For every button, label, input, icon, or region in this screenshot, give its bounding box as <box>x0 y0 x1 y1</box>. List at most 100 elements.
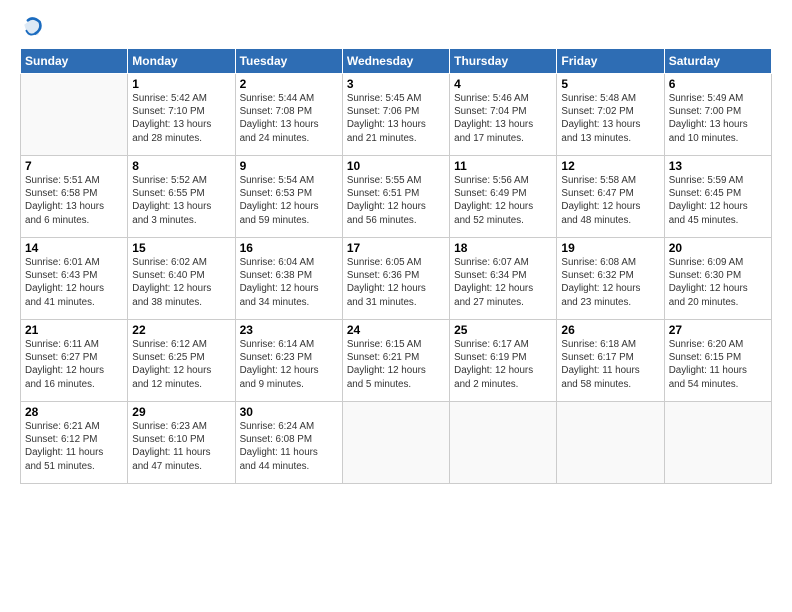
day-number: 12 <box>561 159 659 173</box>
calendar-day-header: Tuesday <box>235 49 342 74</box>
day-number: 17 <box>347 241 445 255</box>
calendar-cell: 3Sunrise: 5:45 AM Sunset: 7:06 PM Daylig… <box>342 74 449 156</box>
calendar-day-header: Monday <box>128 49 235 74</box>
day-number: 7 <box>25 159 123 173</box>
calendar-day-header: Wednesday <box>342 49 449 74</box>
day-number: 20 <box>669 241 767 255</box>
day-info: Sunrise: 5:42 AM Sunset: 7:10 PM Dayligh… <box>132 92 230 145</box>
calendar-cell <box>342 402 449 484</box>
day-number: 15 <box>132 241 230 255</box>
day-info: Sunrise: 5:55 AM Sunset: 6:51 PM Dayligh… <box>347 174 445 227</box>
calendar-cell: 6Sunrise: 5:49 AM Sunset: 7:00 PM Daylig… <box>664 74 771 156</box>
day-number: 27 <box>669 323 767 337</box>
day-info: Sunrise: 6:01 AM Sunset: 6:43 PM Dayligh… <box>25 256 123 309</box>
day-info: Sunrise: 6:15 AM Sunset: 6:21 PM Dayligh… <box>347 338 445 391</box>
logo-icon <box>22 16 44 38</box>
calendar-cell <box>664 402 771 484</box>
calendar-day-header: Saturday <box>664 49 771 74</box>
day-number: 18 <box>454 241 552 255</box>
calendar-cell: 4Sunrise: 5:46 AM Sunset: 7:04 PM Daylig… <box>450 74 557 156</box>
calendar-week-row: 1Sunrise: 5:42 AM Sunset: 7:10 PM Daylig… <box>21 74 772 156</box>
calendar-day-header: Thursday <box>450 49 557 74</box>
day-number: 25 <box>454 323 552 337</box>
calendar-cell: 25Sunrise: 6:17 AM Sunset: 6:19 PM Dayli… <box>450 320 557 402</box>
day-info: Sunrise: 5:44 AM Sunset: 7:08 PM Dayligh… <box>240 92 338 145</box>
day-info: Sunrise: 6:08 AM Sunset: 6:32 PM Dayligh… <box>561 256 659 309</box>
day-number: 2 <box>240 77 338 91</box>
calendar-table: SundayMondayTuesdayWednesdayThursdayFrid… <box>20 48 772 484</box>
calendar-cell: 30Sunrise: 6:24 AM Sunset: 6:08 PM Dayli… <box>235 402 342 484</box>
header <box>20 16 772 38</box>
day-info: Sunrise: 5:49 AM Sunset: 7:00 PM Dayligh… <box>669 92 767 145</box>
day-info: Sunrise: 6:02 AM Sunset: 6:40 PM Dayligh… <box>132 256 230 309</box>
day-number: 3 <box>347 77 445 91</box>
day-info: Sunrise: 5:48 AM Sunset: 7:02 PM Dayligh… <box>561 92 659 145</box>
day-number: 9 <box>240 159 338 173</box>
calendar-cell <box>450 402 557 484</box>
day-number: 10 <box>347 159 445 173</box>
day-info: Sunrise: 6:07 AM Sunset: 6:34 PM Dayligh… <box>454 256 552 309</box>
calendar-header-row: SundayMondayTuesdayWednesdayThursdayFrid… <box>21 49 772 74</box>
calendar-cell: 11Sunrise: 5:56 AM Sunset: 6:49 PM Dayli… <box>450 156 557 238</box>
day-info: Sunrise: 5:46 AM Sunset: 7:04 PM Dayligh… <box>454 92 552 145</box>
calendar-cell: 16Sunrise: 6:04 AM Sunset: 6:38 PM Dayli… <box>235 238 342 320</box>
day-info: Sunrise: 6:23 AM Sunset: 6:10 PM Dayligh… <box>132 420 230 473</box>
calendar-cell: 28Sunrise: 6:21 AM Sunset: 6:12 PM Dayli… <box>21 402 128 484</box>
day-info: Sunrise: 5:59 AM Sunset: 6:45 PM Dayligh… <box>669 174 767 227</box>
day-number: 13 <box>669 159 767 173</box>
day-number: 28 <box>25 405 123 419</box>
day-number: 6 <box>669 77 767 91</box>
page: SundayMondayTuesdayWednesdayThursdayFrid… <box>0 0 792 494</box>
calendar-week-row: 21Sunrise: 6:11 AM Sunset: 6:27 PM Dayli… <box>21 320 772 402</box>
calendar-cell: 22Sunrise: 6:12 AM Sunset: 6:25 PM Dayli… <box>128 320 235 402</box>
day-number: 1 <box>132 77 230 91</box>
calendar-cell: 15Sunrise: 6:02 AM Sunset: 6:40 PM Dayli… <box>128 238 235 320</box>
calendar-day-header: Friday <box>557 49 664 74</box>
day-number: 11 <box>454 159 552 173</box>
day-info: Sunrise: 6:11 AM Sunset: 6:27 PM Dayligh… <box>25 338 123 391</box>
day-number: 8 <box>132 159 230 173</box>
day-info: Sunrise: 6:09 AM Sunset: 6:30 PM Dayligh… <box>669 256 767 309</box>
day-info: Sunrise: 6:24 AM Sunset: 6:08 PM Dayligh… <box>240 420 338 473</box>
calendar-cell: 10Sunrise: 5:55 AM Sunset: 6:51 PM Dayli… <box>342 156 449 238</box>
calendar-cell: 13Sunrise: 5:59 AM Sunset: 6:45 PM Dayli… <box>664 156 771 238</box>
calendar-cell: 19Sunrise: 6:08 AM Sunset: 6:32 PM Dayli… <box>557 238 664 320</box>
day-info: Sunrise: 6:14 AM Sunset: 6:23 PM Dayligh… <box>240 338 338 391</box>
day-number: 30 <box>240 405 338 419</box>
day-info: Sunrise: 6:18 AM Sunset: 6:17 PM Dayligh… <box>561 338 659 391</box>
calendar-week-row: 7Sunrise: 5:51 AM Sunset: 6:58 PM Daylig… <box>21 156 772 238</box>
calendar-cell: 26Sunrise: 6:18 AM Sunset: 6:17 PM Dayli… <box>557 320 664 402</box>
day-number: 26 <box>561 323 659 337</box>
day-number: 21 <box>25 323 123 337</box>
day-info: Sunrise: 5:56 AM Sunset: 6:49 PM Dayligh… <box>454 174 552 227</box>
calendar-cell: 12Sunrise: 5:58 AM Sunset: 6:47 PM Dayli… <box>557 156 664 238</box>
calendar-cell: 20Sunrise: 6:09 AM Sunset: 6:30 PM Dayli… <box>664 238 771 320</box>
day-info: Sunrise: 5:58 AM Sunset: 6:47 PM Dayligh… <box>561 174 659 227</box>
day-info: Sunrise: 6:05 AM Sunset: 6:36 PM Dayligh… <box>347 256 445 309</box>
calendar-cell: 24Sunrise: 6:15 AM Sunset: 6:21 PM Dayli… <box>342 320 449 402</box>
calendar-cell: 17Sunrise: 6:05 AM Sunset: 6:36 PM Dayli… <box>342 238 449 320</box>
day-info: Sunrise: 5:45 AM Sunset: 7:06 PM Dayligh… <box>347 92 445 145</box>
day-number: 5 <box>561 77 659 91</box>
day-info: Sunrise: 5:51 AM Sunset: 6:58 PM Dayligh… <box>25 174 123 227</box>
calendar-cell: 27Sunrise: 6:20 AM Sunset: 6:15 PM Dayli… <box>664 320 771 402</box>
day-info: Sunrise: 6:17 AM Sunset: 6:19 PM Dayligh… <box>454 338 552 391</box>
day-info: Sunrise: 5:52 AM Sunset: 6:55 PM Dayligh… <box>132 174 230 227</box>
day-number: 24 <box>347 323 445 337</box>
logo <box>20 16 44 38</box>
calendar-day-header: Sunday <box>21 49 128 74</box>
calendar-cell: 23Sunrise: 6:14 AM Sunset: 6:23 PM Dayli… <box>235 320 342 402</box>
day-info: Sunrise: 6:04 AM Sunset: 6:38 PM Dayligh… <box>240 256 338 309</box>
calendar-cell: 9Sunrise: 5:54 AM Sunset: 6:53 PM Daylig… <box>235 156 342 238</box>
calendar-cell: 7Sunrise: 5:51 AM Sunset: 6:58 PM Daylig… <box>21 156 128 238</box>
day-number: 23 <box>240 323 338 337</box>
calendar-week-row: 14Sunrise: 6:01 AM Sunset: 6:43 PM Dayli… <box>21 238 772 320</box>
day-number: 16 <box>240 241 338 255</box>
day-info: Sunrise: 5:54 AM Sunset: 6:53 PM Dayligh… <box>240 174 338 227</box>
calendar-cell: 21Sunrise: 6:11 AM Sunset: 6:27 PM Dayli… <box>21 320 128 402</box>
calendar-week-row: 28Sunrise: 6:21 AM Sunset: 6:12 PM Dayli… <box>21 402 772 484</box>
calendar-cell <box>21 74 128 156</box>
day-info: Sunrise: 6:20 AM Sunset: 6:15 PM Dayligh… <box>669 338 767 391</box>
day-number: 22 <box>132 323 230 337</box>
day-number: 19 <box>561 241 659 255</box>
